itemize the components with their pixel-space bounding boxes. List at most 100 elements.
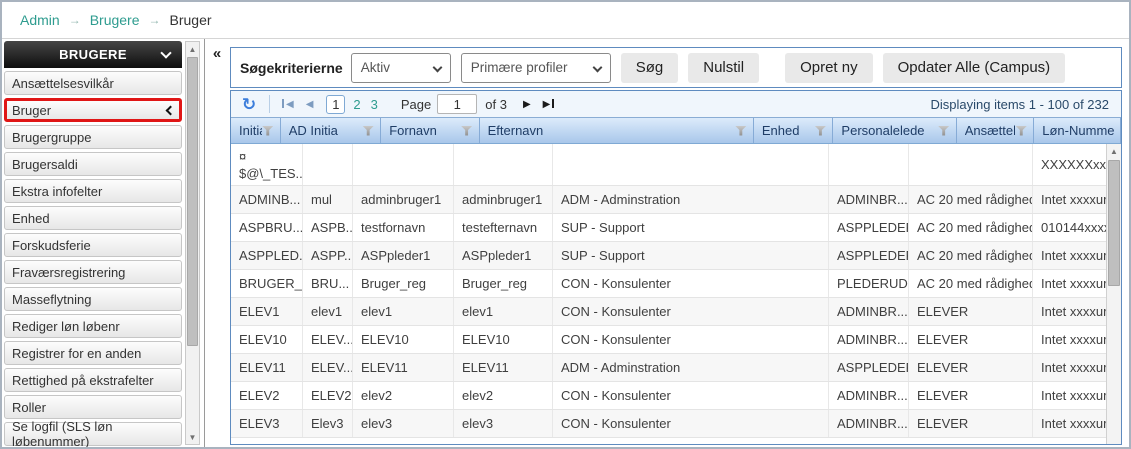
cell-loen-nummer: Intet xxxxum [1033,326,1111,353]
refresh-icon[interactable]: ↻ [235,96,263,113]
cell-fornavn: elev3 [353,410,454,437]
status-dropdown-value: Aktiv [361,60,390,75]
cell-efternavn: elev1 [454,298,553,325]
page-number[interactable]: 1 [326,95,345,114]
sidebar-item[interactable]: Masseflytning [4,287,182,311]
breadcrumb-arrow-icon: → [69,13,81,27]
sidebar-header[interactable]: BRUGERE [4,41,182,68]
cell-personaleleder: ASPPLEDER1 [829,354,909,381]
cell-personaleleder: ASPPLEDER1 [829,242,909,269]
sidebar-item[interactable]: Brugergruppe [4,125,182,149]
table-scrollbar-thumb[interactable] [1108,160,1120,286]
cell-fornavn: ELEV10 [353,326,454,353]
scroll-down-icon[interactable]: ▼ [186,430,199,444]
chevron-down-icon [432,62,442,72]
table-row[interactable]: ADMINB... mul adminbruger1 adminbruger1 … [231,186,1121,214]
column-header-label: Fornavn [389,123,437,138]
sidebar-item[interactable]: Rettighed på ekstrafelter [4,368,182,392]
cell-personaleleder: ADMINBR... [829,326,909,353]
sidebar-item[interactable]: Forskudsferie [4,233,182,257]
update-all-campus-button[interactable]: Opdater Alle (Campus) [883,53,1066,83]
filter-icon[interactable] [938,126,950,136]
table-row[interactable]: ¤ $@\_TES... XXXXXXxxxx [231,144,1121,186]
column-header-label: Initialer [239,123,262,138]
table-column-header[interactable]: Fornavn [381,118,479,143]
cell-loen-nummer: Intet xxxxum [1033,242,1111,269]
filter-icon[interactable] [262,126,274,136]
cell-ansaettelsesvilkaar: ELEVER [909,354,1033,381]
cell-fornavn: adminbruger1 [353,186,454,213]
scroll-up-icon[interactable]: ▲ [186,42,199,56]
cell-initialer: BRUGER_... [231,270,303,297]
search-toolbar: Søgekriterierne Aktiv Primære profiler S… [230,47,1122,88]
cell-enhed: ADM - Adminstration [553,186,829,213]
table-row[interactable]: ASPBRU... ASPB... testfornavn testeftern… [231,214,1121,242]
page-number[interactable]: 3 [371,97,378,112]
display-info: Displaying items 1 - 100 of 232 [931,97,1117,112]
cell-ad-initialer: ASPB... [303,214,353,241]
scroll-up-icon[interactable]: ▲ [1107,144,1121,158]
table-column-header[interactable]: Løn-Numme [1034,118,1121,143]
sidebar-item[interactable]: Enhed [4,206,182,230]
filter-icon[interactable] [735,126,747,136]
cell-loen-nummer: Intet xxxxum [1033,270,1111,297]
table-row[interactable]: ELEV3 Elev3 elev3 elev3 CON - Konsulente… [231,410,1121,438]
filter-icon[interactable] [1015,126,1027,136]
filter-icon[interactable] [461,126,473,136]
cell-enhed: SUP - Support [553,242,829,269]
table-column-header[interactable]: Efternavn [480,118,754,143]
sidebar-item[interactable]: Ansættelsesvilkår [4,71,182,95]
breadcrumb: Admin → Brugere → Bruger [2,2,1129,38]
sidebar-item[interactable]: Rediger løn løbenr [4,314,182,338]
column-header-label: AD Initia [289,123,338,138]
sidebar-item[interactable]: Fraværsregistrering [4,260,182,284]
table-row[interactable]: ASPPLED... ASPP... ASPpleder1 ASPpleder1… [231,242,1121,270]
filter-icon[interactable] [814,126,826,136]
create-new-button[interactable]: Opret ny [785,53,873,83]
table-column-header[interactable]: Enhed [754,118,834,143]
sidebar-item[interactable]: Se logfil (SLS løn løbenummer) [4,422,182,446]
profile-dropdown[interactable]: Primære profiler [461,53,611,83]
table-row[interactable]: ELEV2 ELEV2 elev2 elev2 CON - Konsulente… [231,382,1121,410]
last-page-icon[interactable]: ▶ [537,99,561,110]
sidebar-scrollbar-thumb[interactable] [187,57,198,346]
cell-enhed: SUP - Support [553,214,829,241]
reset-button[interactable]: Nulstil [688,53,759,83]
column-header-label: Ansættelsesvilkår [965,123,1016,138]
page-input[interactable] [437,94,477,114]
cell-ad-initialer: BRU... [303,270,353,297]
column-header-label: Løn-Numme [1042,123,1114,138]
sidebar-item[interactable]: Registrer for en anden [4,341,182,365]
cell-loen-nummer: Intet xxxxum [1033,354,1111,381]
sidebar-scrollbar[interactable]: ▲ ▼ [185,41,200,445]
search-button[interactable]: Søg [621,53,679,83]
table-column-header[interactable]: AD Initia [281,118,381,143]
table-column-header[interactable]: Initialer [231,118,281,143]
page-number[interactable]: 2 [353,97,360,112]
cell-initialer: ELEV11 [231,354,303,381]
table-row[interactable]: ELEV1 elev1 elev1 elev1 CON - Konsulente… [231,298,1121,326]
sidebar-item[interactable]: Brugersaldi [4,152,182,176]
cell-personaleleder: ADMINBR... [829,298,909,325]
sidebar-item[interactable]: Ekstra infofelter [4,179,182,203]
status-dropdown[interactable]: Aktiv [351,53,451,83]
table-column-header[interactable]: Ansættelsesvilkår [957,118,1035,143]
table-column-header[interactable]: Personalelede [833,118,956,143]
chevron-down-icon [592,62,602,72]
filter-icon[interactable] [362,126,374,136]
cell-fornavn [353,144,454,185]
table-scrollbar[interactable]: ▲ [1106,144,1121,444]
sidebar-item[interactable]: Bruger [4,98,182,122]
cell-ansaettelsesvilkaar: ELEVER [909,410,1033,437]
table-row[interactable]: ELEV11 ELEV... ELEV11 ELEV11 ADM - Admin… [231,354,1121,382]
table-row[interactable]: ELEV10 ELEV... ELEV10 ELEV10 CON - Konsu… [231,326,1121,354]
sidebar-item[interactable]: Roller [4,395,182,419]
previous-page-icon[interactable]: ◀ [300,99,320,110]
next-page-icon[interactable]: ▶ [517,99,537,110]
table-row[interactable]: BRUGER_... BRU... Bruger_reg Bruger_reg … [231,270,1121,298]
breadcrumb-admin[interactable]: Admin [20,12,60,28]
breadcrumb-brugere[interactable]: Brugere [90,12,140,28]
collapse-sidebar-icon[interactable]: « [205,45,229,62]
first-page-icon[interactable]: ◀ [276,99,300,110]
cell-ansaettelsesvilkaar [909,144,1033,185]
